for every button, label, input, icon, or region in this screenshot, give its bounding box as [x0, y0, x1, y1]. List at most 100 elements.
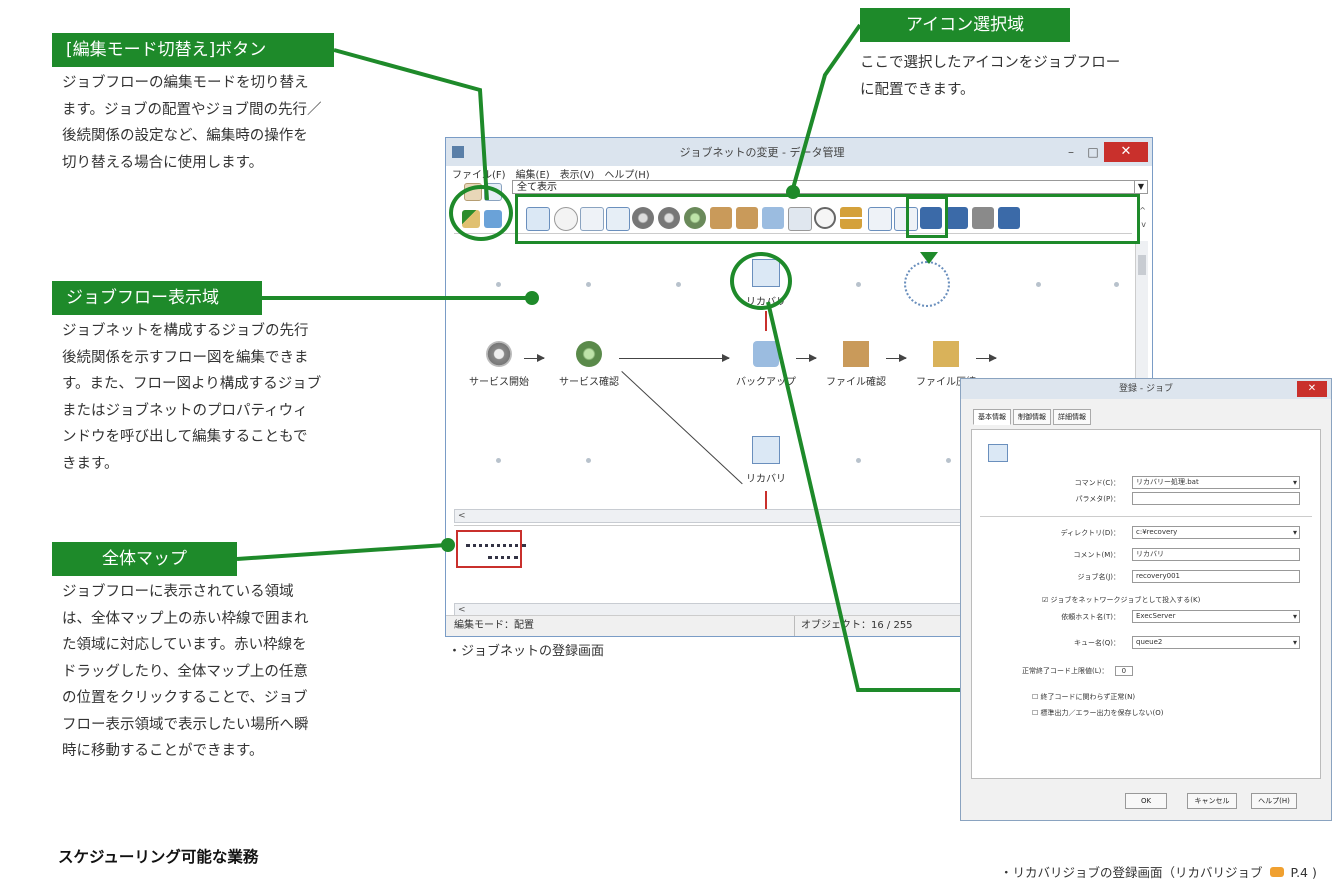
- flow-arrow: [886, 354, 907, 362]
- scroll-thumb[interactable]: [1138, 255, 1146, 275]
- status-mode: 編集モード：配置: [454, 620, 534, 631]
- service-start-label: サービス開始: [469, 377, 529, 388]
- jobname-row: ジョブ名(J)： recovery001: [972, 570, 1320, 584]
- grid-dot: [1114, 282, 1119, 287]
- tab-detail[interactable]: 詳細情報: [1053, 409, 1091, 425]
- ok-button[interactable]: OK: [1125, 793, 1167, 809]
- gear-check-icon: [576, 341, 602, 367]
- exitcode-label: 正常終了コード上限値(L)：: [1022, 667, 1109, 675]
- jobnet-caption: ・ジョブネットの登録画面: [448, 644, 605, 659]
- comment-label: コメント(M)：: [1073, 551, 1120, 559]
- grid-dot: [856, 458, 861, 463]
- help-button[interactable]: ヘルプ(H): [1251, 793, 1297, 809]
- grid-dot: [946, 458, 951, 463]
- view-filter-select[interactable]: 全て表示 ▼: [512, 180, 1148, 194]
- overview-map[interactable]: [454, 525, 978, 606]
- dialog-titlebar: 登録 - ジョブ ✕: [961, 379, 1331, 399]
- recovery-bottom-arrow: [765, 491, 767, 509]
- app-icon: [452, 146, 464, 158]
- service-check-label: サービス確認: [559, 377, 619, 388]
- service-check-job[interactable]: サービス確認: [549, 341, 629, 388]
- comment-input[interactable]: リカバリ: [1132, 548, 1300, 561]
- window-titlebar: ジョブネットの変更 - データ管理 – □ ✕: [446, 138, 1152, 166]
- directory-select[interactable]: c:¥recovery: [1132, 526, 1300, 539]
- params-input[interactable]: [1132, 492, 1300, 505]
- overview-node-row-2: [488, 556, 518, 562]
- command-select[interactable]: リカバリー処理.bat: [1132, 476, 1300, 489]
- dialog-panel: コマンド(C)： リカバリー処理.bat パラメタ(P)： ディレクトリ(D)：…: [971, 429, 1321, 779]
- gear-icon: [486, 341, 512, 367]
- recovery-top-arrow: [765, 311, 767, 331]
- cancel-button[interactable]: キャンセル: [1187, 793, 1237, 809]
- no-output-checkbox[interactable]: ☐ 標準出力／エラー出力を保存しない(O): [1032, 708, 1164, 718]
- ignore-exit-checkbox[interactable]: ☐ 終了コードに関わらず正常(N): [1032, 692, 1135, 702]
- overview-node-row: [466, 544, 526, 550]
- job-register-dialog: 登録 - ジョブ ✕ 基本情報 制御情報 詳細情報 コマンド(C)： リカバリー…: [960, 378, 1332, 821]
- queue-select[interactable]: queue2: [1132, 636, 1300, 649]
- palette-scroll-up-icon[interactable]: ^: [1139, 206, 1146, 215]
- window-title: ジョブネットの変更 - データ管理: [679, 146, 845, 159]
- no-output-label: 標準出力／エラー出力を保存しない(O): [1040, 709, 1164, 717]
- exitcode-stepper[interactable]: 0: [1114, 666, 1134, 676]
- file-check-label: ファイル確認: [826, 377, 886, 388]
- selected-icon-highlight: [906, 196, 948, 238]
- icon-area-dot: [786, 185, 800, 199]
- params-label: パラメタ(P)：: [1075, 495, 1120, 503]
- tab-control[interactable]: 制御情報: [1013, 409, 1051, 425]
- overview-map-description: ジョブフローに表示されている領域 は、全体マップ上の赤い枠線で囲まれ た領域に対…: [62, 584, 309, 759]
- directory-label: ディレクトリ(D)：: [1060, 529, 1120, 537]
- overview-map-label: 全体マップ: [52, 542, 237, 576]
- edit-mode-highlight: [449, 185, 513, 241]
- close-icon[interactable]: ✕: [1104, 142, 1148, 162]
- grid-dot: [496, 282, 501, 287]
- minimize-icon[interactable]: –: [1060, 142, 1082, 162]
- menu-help[interactable]: ヘルプ(H): [604, 166, 649, 181]
- queue-row: キュー名(Q)： queue2: [972, 636, 1320, 650]
- overview-map-leader: [236, 543, 447, 561]
- service-start-job[interactable]: サービス開始: [459, 341, 539, 388]
- edit-mode-description: ジョブフローの編集モードを切り替え ます。ジョブの配置やジョブ間の先行／ 後続関…: [62, 75, 322, 171]
- jobname-input[interactable]: recovery001: [1132, 570, 1300, 583]
- placing-job-icon: [904, 261, 950, 307]
- form-divider: [980, 516, 1312, 517]
- drop-arrow-icon: [920, 252, 938, 264]
- network-job-label: ジョブをネットワークジョブとして投入する(K): [1050, 596, 1201, 604]
- grid-dot: [676, 282, 681, 287]
- flow-horizontal-scrollbar[interactable]: <: [454, 509, 978, 523]
- ignore-exit-label: 終了コードに関わらず正常(N): [1040, 693, 1136, 701]
- flow-area-description: ジョブネットを構成するジョブの先行 後続関係を示すフロー図を編集できま す。また…: [62, 323, 322, 472]
- database-icon: [753, 341, 779, 367]
- overview-map-dot: [441, 538, 455, 552]
- icon-area-highlight: [515, 194, 1140, 244]
- maximize-icon[interactable]: □: [1082, 142, 1104, 162]
- chevron-down-icon[interactable]: ▼: [1134, 181, 1147, 193]
- grid-dot: [496, 458, 501, 463]
- dialog-close-icon[interactable]: ✕: [1297, 381, 1327, 397]
- backup-label: バックアップ: [736, 377, 796, 388]
- jobname-label: ジョブ名(J)：: [1077, 573, 1120, 581]
- menu-bar: ファイル(F) 編集(E) 表示(V) ヘルプ(H): [446, 166, 1152, 181]
- edit-mode-label: [編集モード切替え]ボタン: [52, 33, 334, 67]
- tab-basic[interactable]: 基本情報: [973, 409, 1011, 425]
- backup-job[interactable]: バックアップ: [726, 341, 806, 388]
- recovery-job-bottom[interactable]: リカバリ: [726, 436, 806, 485]
- exitcode-row: 正常終了コード上限値(L)： 0: [1022, 666, 1134, 676]
- recovery-icon: [752, 436, 780, 464]
- menu-edit[interactable]: 編集(E): [516, 166, 550, 181]
- icon-area-description: ここで選択したアイコンをジョブフロー に配置できます。: [860, 55, 1121, 98]
- flow-arrow: [976, 354, 997, 362]
- grid-dot: [856, 282, 861, 287]
- flow-area-label: ジョブフロー表示域: [52, 281, 262, 315]
- grid-dot: [586, 458, 591, 463]
- icon-area-label: アイコン選択域: [860, 8, 1070, 42]
- palette-scroll-down-icon[interactable]: v: [1141, 220, 1146, 229]
- host-select[interactable]: ExecServer: [1132, 610, 1300, 623]
- queue-label: キュー名(Q)：: [1074, 639, 1120, 647]
- menu-view[interactable]: 表示(V): [560, 166, 595, 181]
- menu-file[interactable]: ファイル(F): [452, 166, 506, 181]
- file-check-job[interactable]: ファイル確認: [816, 341, 896, 388]
- network-job-checkbox[interactable]: ☑ ジョブをネットワークジョブとして投入する(K): [1042, 595, 1200, 605]
- flow-arrow: [796, 354, 817, 362]
- status-objects: オブジェクト：16 / 255: [794, 616, 913, 636]
- host-row: 依頼ホスト名(T)： ExecServer: [972, 610, 1320, 624]
